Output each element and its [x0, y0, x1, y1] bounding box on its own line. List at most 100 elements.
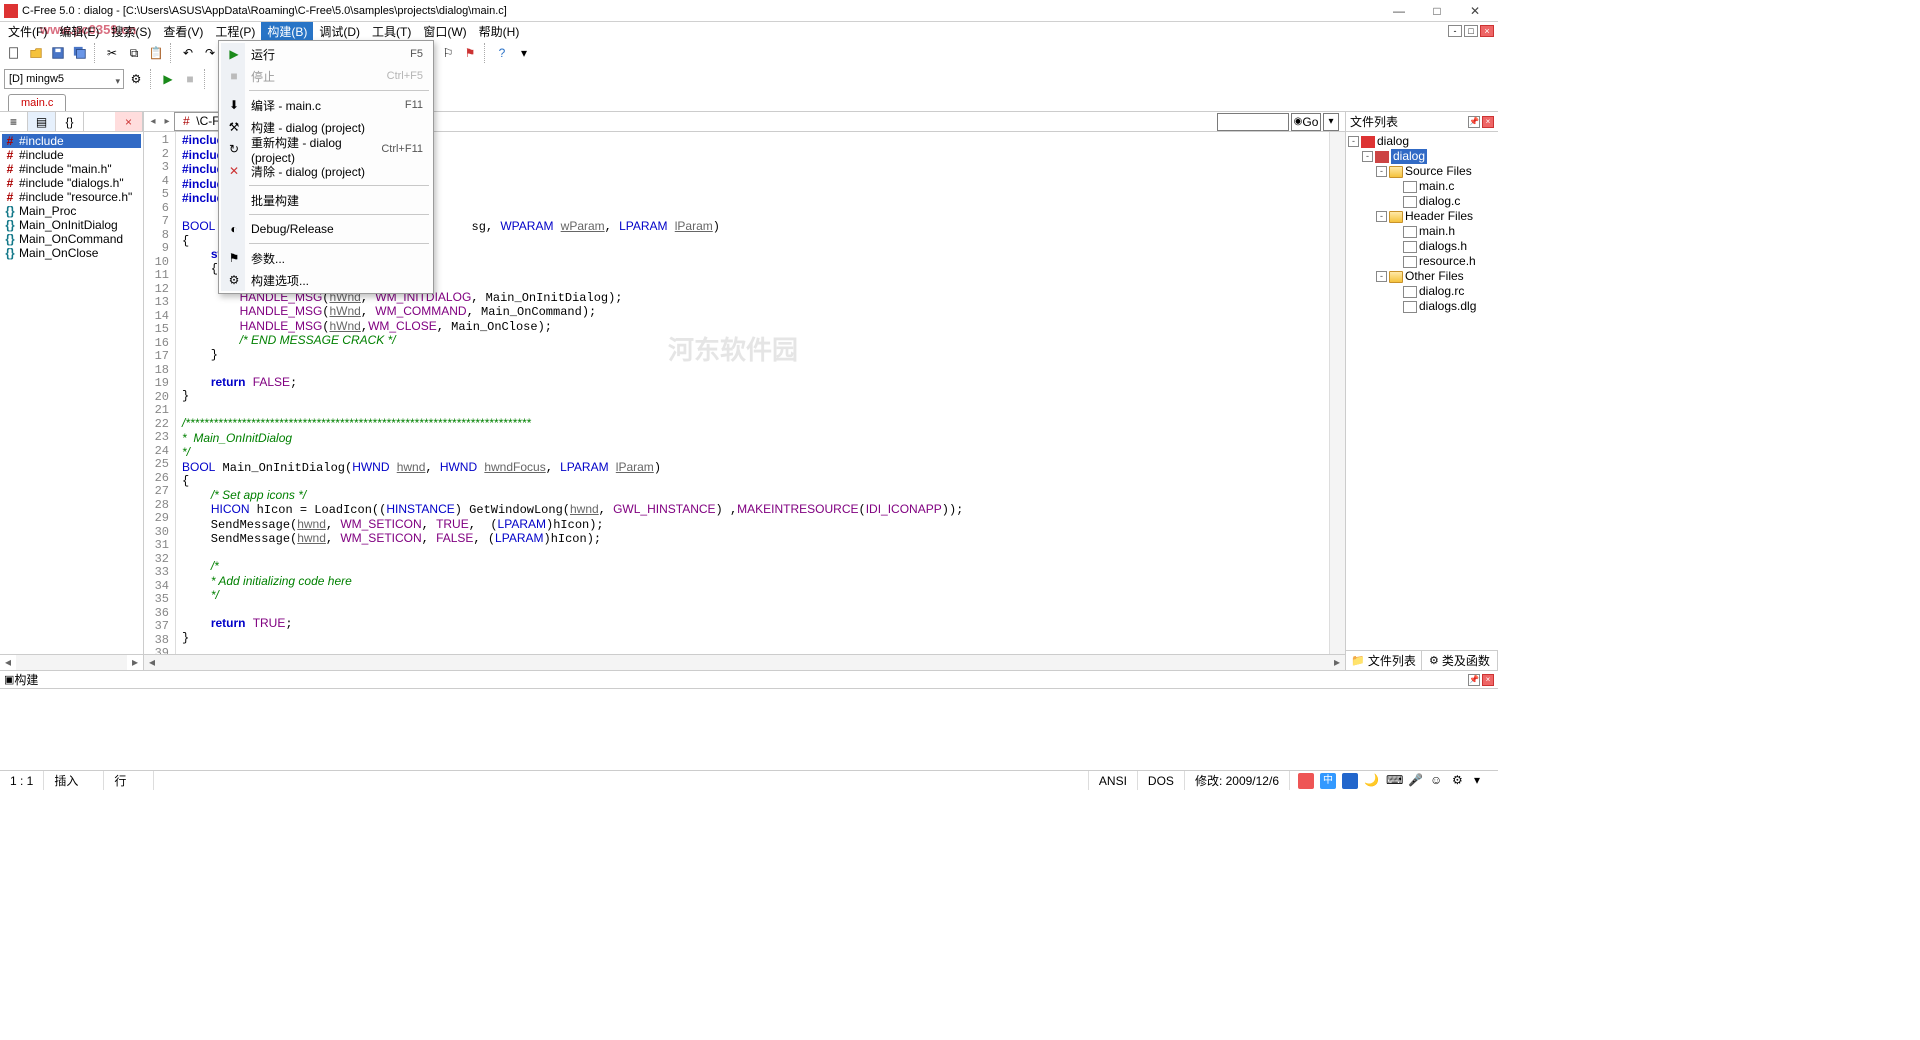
- minimize-button[interactable]: —: [1380, 1, 1418, 21]
- menu-查看(V)[interactable]: 查看(V): [157, 22, 209, 41]
- tab-class-func[interactable]: ⚙ 类及函数: [1422, 651, 1498, 670]
- editor-vscroll[interactable]: [1329, 132, 1345, 654]
- menu-文件(F)[interactable]: 文件(F): [2, 22, 53, 41]
- menu-item-mainc[interactable]: ⬇编译 - main.cF11: [221, 94, 431, 116]
- symbol-scrollbar[interactable]: ◂▸: [0, 654, 143, 670]
- tree-node[interactable]: dialogs.h: [1348, 239, 1496, 254]
- dropdown-icon[interactable]: ▾: [514, 43, 534, 63]
- panel-close-button[interactable]: ×: [1482, 116, 1494, 128]
- copy-button[interactable]: ⧉: [124, 43, 144, 63]
- run-button[interactable]: ▶: [158, 69, 178, 89]
- menu-工具(T)[interactable]: 工具(T): [366, 22, 417, 41]
- symbol-item[interactable]: ##include: [2, 134, 141, 148]
- panel-pin-button[interactable]: 📌: [1468, 116, 1480, 128]
- goto-input[interactable]: [1217, 113, 1289, 131]
- menu-编辑(E)[interactable]: 编辑(E): [53, 22, 105, 41]
- build-output-body[interactable]: [0, 689, 1498, 770]
- mdi-restore-button[interactable]: □: [1464, 25, 1478, 37]
- window-title: C-Free 5.0 : dialog - [C:\Users\ASUS\App…: [22, 5, 1380, 17]
- symbol-tab-3[interactable]: {}: [56, 112, 84, 131]
- bookmark-del-button[interactable]: ⚑: [460, 43, 480, 63]
- tree-node[interactable]: resource.h: [1348, 254, 1496, 269]
- tree-node[interactable]: main.c: [1348, 179, 1496, 194]
- menu-窗口(W)[interactable]: 窗口(W): [417, 22, 472, 41]
- menu-构建(B)[interactable]: 构建(B): [261, 22, 313, 41]
- symbol-tab-close[interactable]: ×: [115, 112, 143, 131]
- symbol-tab-1[interactable]: ≡: [0, 112, 28, 131]
- tray-moon-icon[interactable]: 🌙: [1364, 773, 1380, 789]
- undo-button[interactable]: ↶: [178, 43, 198, 63]
- compiler-settings-button[interactable]: ⚙: [126, 69, 146, 89]
- menu-item-dialogproject[interactable]: ✕清除 - dialog (project): [221, 160, 431, 182]
- output-close-button[interactable]: ×: [1482, 674, 1494, 686]
- tray-icon-1[interactable]: [1298, 773, 1314, 789]
- symbol-item[interactable]: {}Main_OnClose: [2, 246, 141, 260]
- paste-button[interactable]: 📋: [146, 43, 166, 63]
- cut-button[interactable]: ✂: [102, 43, 122, 63]
- symbol-tab-2[interactable]: ▤: [28, 112, 56, 131]
- maximize-button[interactable]: □: [1418, 1, 1456, 21]
- tab-file-list[interactable]: 📁 文件列表: [1346, 651, 1422, 670]
- menu-item-[interactable]: ▶运行F5: [221, 43, 431, 65]
- menu-item-DebugRelease[interactable]: ◐Debug/Release: [221, 218, 431, 240]
- app-icon: [4, 4, 18, 18]
- tray-chevron-icon[interactable]: ▾: [1474, 773, 1490, 789]
- redo-button[interactable]: ↷: [200, 43, 220, 63]
- help-button[interactable]: ?: [492, 43, 512, 63]
- tree-node[interactable]: -Header Files: [1348, 209, 1496, 224]
- tree-node[interactable]: dialog.rc: [1348, 284, 1496, 299]
- symbol-list[interactable]: ##include ##include ##include "main.h"##…: [0, 132, 143, 654]
- symbol-panel-tabs: ≡ ▤ {} ×: [0, 112, 143, 132]
- tree-node[interactable]: -Source Files: [1348, 164, 1496, 179]
- tab-right-arrow[interactable]: ▸: [160, 116, 174, 127]
- mdi-min-button[interactable]: -: [1448, 25, 1462, 37]
- tree-node[interactable]: -dialog: [1348, 149, 1496, 164]
- stop-run-button[interactable]: ■: [180, 69, 200, 89]
- save-button[interactable]: [48, 43, 68, 63]
- project-tree[interactable]: -dialog-dialog-Source Filesmain.cdialog.…: [1346, 132, 1498, 650]
- tree-node[interactable]: dialogs.dlg: [1348, 299, 1496, 314]
- menu-搜索(S)[interactable]: 搜索(S): [105, 22, 157, 41]
- build-menu-dropdown: ▶运行F5■停止Ctrl+F5⬇编译 - main.cF11⚒构建 - dial…: [218, 40, 434, 294]
- file-tab[interactable]: main.c: [8, 94, 66, 111]
- status-modified: 修改: 2009/12/6: [1185, 771, 1290, 790]
- tree-node[interactable]: -dialog: [1348, 134, 1496, 149]
- save-all-button[interactable]: [70, 43, 90, 63]
- tray-mic-icon[interactable]: 🎤: [1408, 773, 1424, 789]
- go-button[interactable]: ◉ Go: [1291, 113, 1321, 131]
- bookmark-next-button[interactable]: ⚐: [438, 43, 458, 63]
- menu-工程(P)[interactable]: 工程(P): [209, 22, 261, 41]
- symbol-item[interactable]: ##include "dialogs.h": [2, 176, 141, 190]
- menu-item-dialogproject[interactable]: ↻重新构建 - dialog (project)Ctrl+F11: [221, 138, 431, 160]
- tree-node[interactable]: -Other Files: [1348, 269, 1496, 284]
- open-file-button[interactable]: [26, 43, 46, 63]
- editor-hscroll[interactable]: ◂▸: [144, 654, 1345, 670]
- tray-ime-icon[interactable]: 中: [1320, 773, 1336, 789]
- menu-item-[interactable]: 批量构建: [221, 189, 431, 211]
- new-file-button[interactable]: [4, 43, 24, 63]
- mdi-close-button[interactable]: ×: [1480, 25, 1494, 37]
- tray-icon-2[interactable]: [1342, 773, 1358, 789]
- tray-gear-icon[interactable]: ⚙: [1452, 773, 1468, 789]
- file-list-header: 文件列表 📌×: [1346, 112, 1498, 132]
- close-button[interactable]: ✕: [1456, 1, 1494, 21]
- system-tray: 中 🌙 ⌨ 🎤 ☺ ⚙ ▾: [1290, 773, 1498, 789]
- menu-item-[interactable]: ⚑参数...: [221, 247, 431, 269]
- symbol-item[interactable]: {}Main_OnCommand: [2, 232, 141, 246]
- menu-调试(D)[interactable]: 调试(D): [313, 22, 366, 41]
- symbol-item[interactable]: ##include "resource.h": [2, 190, 141, 204]
- symbol-item[interactable]: ##include "main.h": [2, 162, 141, 176]
- tray-smile-icon[interactable]: ☺: [1430, 773, 1446, 789]
- tray-keyboard-icon[interactable]: ⌨: [1386, 773, 1402, 789]
- tree-node[interactable]: main.h: [1348, 224, 1496, 239]
- compiler-dropdown[interactable]: [D] mingw5: [4, 69, 124, 89]
- go-dropdown[interactable]: ▾: [1323, 113, 1339, 131]
- symbol-item[interactable]: ##include: [2, 148, 141, 162]
- output-pin-button[interactable]: 📌: [1468, 674, 1480, 686]
- symbol-item[interactable]: {}Main_OnInitDialog: [2, 218, 141, 232]
- tab-left-arrow[interactable]: ◂: [146, 116, 160, 127]
- symbol-item[interactable]: {}Main_Proc: [2, 204, 141, 218]
- tree-node[interactable]: dialog.c: [1348, 194, 1496, 209]
- menu-item-[interactable]: ⚙构建选项...: [221, 269, 431, 291]
- menu-帮助(H)[interactable]: 帮助(H): [473, 22, 526, 41]
